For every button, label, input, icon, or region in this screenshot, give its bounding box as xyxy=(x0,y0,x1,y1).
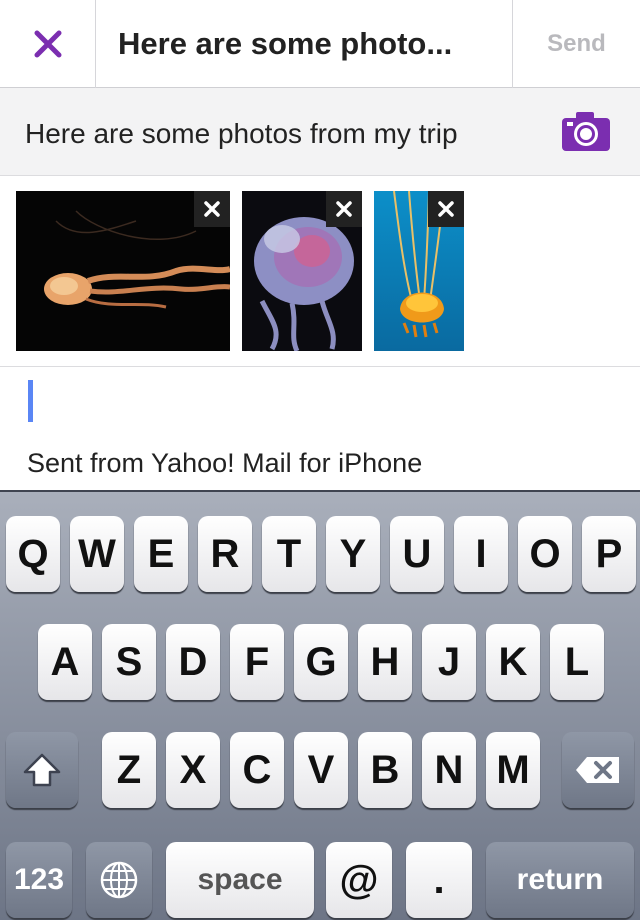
key-i[interactable]: I xyxy=(454,516,508,592)
key-w[interactable]: W xyxy=(70,516,124,592)
key-a[interactable]: A xyxy=(38,624,92,700)
remove-attachment-button[interactable] xyxy=(326,191,362,227)
key-f[interactable]: F xyxy=(230,624,284,700)
key-v[interactable]: V xyxy=(294,732,348,808)
key-b[interactable]: B xyxy=(358,732,412,808)
at-key[interactable]: @ xyxy=(326,842,392,918)
key-t[interactable]: T xyxy=(262,516,316,592)
subject-row[interactable]: Here are some photos from my trip xyxy=(0,88,640,176)
subject-field[interactable]: Here are some photos from my trip xyxy=(25,88,458,176)
key-n[interactable]: N xyxy=(422,732,476,808)
key-m[interactable]: M xyxy=(486,732,540,808)
key-k[interactable]: K xyxy=(486,624,540,700)
space-key[interactable]: space xyxy=(166,842,314,918)
return-key[interactable]: return xyxy=(486,842,634,918)
globe-key[interactable] xyxy=(86,842,152,918)
key-z[interactable]: Z xyxy=(102,732,156,808)
shift-key[interactable] xyxy=(6,732,78,808)
close-icon xyxy=(336,201,352,217)
text-cursor xyxy=(28,380,33,422)
close-button[interactable] xyxy=(0,0,96,88)
remove-attachment-button[interactable] xyxy=(428,191,464,227)
globe-icon xyxy=(100,861,138,899)
key-o[interactable]: O xyxy=(518,516,572,592)
send-button[interactable]: Send xyxy=(512,0,640,88)
key-s[interactable]: S xyxy=(102,624,156,700)
key-u[interactable]: U xyxy=(390,516,444,592)
camera-icon[interactable] xyxy=(562,111,610,151)
key-e[interactable]: E xyxy=(134,516,188,592)
divider xyxy=(0,366,640,367)
attachment-thumbnail[interactable] xyxy=(374,191,464,351)
key-j[interactable]: J xyxy=(422,624,476,700)
key-p[interactable]: P xyxy=(582,516,636,592)
remove-attachment-button[interactable] xyxy=(194,191,230,227)
close-icon xyxy=(438,201,454,217)
key-q[interactable]: Q xyxy=(6,516,60,592)
shift-icon xyxy=(23,753,61,787)
key-y[interactable]: Y xyxy=(326,516,380,592)
backspace-icon xyxy=(576,757,619,783)
key-r[interactable]: R xyxy=(198,516,252,592)
key-c[interactable]: C xyxy=(230,732,284,808)
key-d[interactable]: D xyxy=(166,624,220,700)
numbers-key[interactable]: 123 xyxy=(6,842,72,918)
email-signature[interactable]: Sent from Yahoo! Mail for iPhone xyxy=(27,448,422,479)
attachment-thumbnail[interactable] xyxy=(16,191,230,351)
dot-key[interactable]: . xyxy=(406,842,472,918)
key-x[interactable]: X xyxy=(166,732,220,808)
page-title: Here are some photo... xyxy=(118,26,453,61)
backspace-key[interactable] xyxy=(562,732,634,808)
close-icon xyxy=(204,201,220,217)
key-l[interactable]: L xyxy=(550,624,604,700)
compose-header: Here are some photo... Send xyxy=(0,0,640,88)
on-screen-keyboard: Q W E R T Y U I O P A S D F G H J K L Z … xyxy=(0,490,640,920)
attachment-thumbnail[interactable] xyxy=(242,191,362,351)
key-g[interactable]: G xyxy=(294,624,348,700)
close-icon xyxy=(34,30,61,58)
key-h[interactable]: H xyxy=(358,624,412,700)
